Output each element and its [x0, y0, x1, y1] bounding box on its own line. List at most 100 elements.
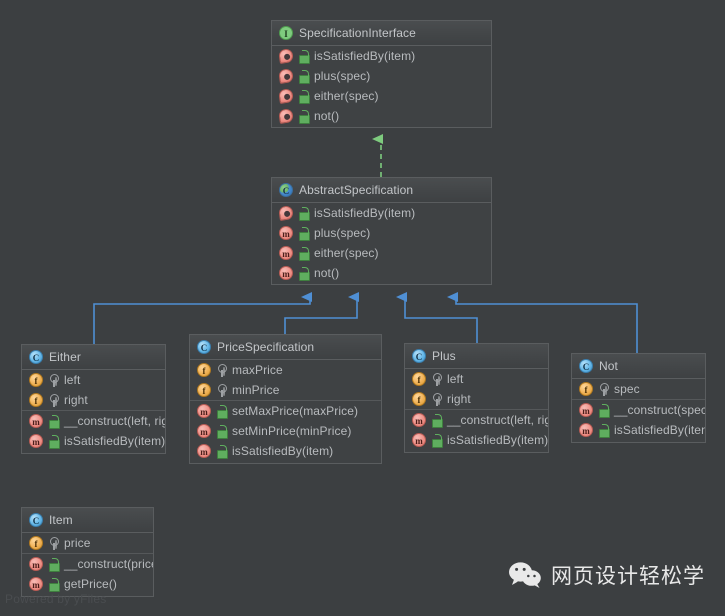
- uml-member-label: getPrice(): [64, 577, 118, 591]
- public-lock-icon: [431, 433, 443, 448]
- uml-member-label: not(): [314, 109, 340, 123]
- uml-member-section: m __construct(left, right) m isSatisfiedBy(…: [22, 411, 165, 451]
- wechat-icon: [509, 562, 541, 588]
- field-icon: f: [29, 373, 43, 387]
- uml-class-name: SpecificationInterface: [299, 26, 416, 40]
- uml-member-label: maxPrice: [232, 363, 283, 377]
- field-icon: f: [29, 393, 43, 407]
- uml-member-row[interactable]: isSatisfiedBy(item): [272, 46, 491, 66]
- uml-class-box-abstract-specification[interactable]: C AbstractSpecification isSatisfiedBy(item…: [271, 177, 492, 285]
- uml-class-header-specification-interface[interactable]: I SpecificationInterface: [272, 21, 491, 46]
- public-lock-icon: [298, 206, 310, 221]
- uml-class-box-specification-interface[interactable]: I SpecificationInterface isSatisfiedBy(ite…: [271, 20, 492, 128]
- uml-class-header-not[interactable]: C Not: [572, 354, 705, 379]
- private-key-icon: [48, 373, 59, 387]
- uml-class-box-price-specification[interactable]: C PriceSpecification f maxPrice f minPrice m se…: [189, 334, 382, 464]
- uml-member-row[interactable]: isSatisfiedBy(item): [272, 203, 491, 223]
- uml-member-row[interactable]: plus(spec): [272, 66, 491, 86]
- uml-member-section: f left f right: [22, 370, 165, 411]
- uml-class-box-not[interactable]: C Not f spec m __construct(spec) m isSatisfiedB…: [571, 353, 706, 443]
- uml-class-header-plus[interactable]: C Plus: [405, 344, 548, 369]
- public-lock-icon: [216, 404, 228, 419]
- uml-member-row[interactable]: m __construct(left, right): [22, 411, 165, 431]
- uml-member-row[interactable]: f right: [405, 389, 548, 409]
- class-icon: C: [412, 349, 426, 363]
- uml-class-box-plus[interactable]: CPlusfleftfrightm__construct(left, right…: [404, 343, 549, 453]
- public-lock-icon: [598, 403, 610, 418]
- uml-member-row[interactable]: m plus(spec): [272, 223, 491, 243]
- uml-member-section: f maxPrice f minPrice: [190, 360, 381, 401]
- uml-member-row[interactable]: m __construct(spec): [572, 400, 705, 420]
- uml-class-box-item[interactable]: C Item f price m __construct(price) m getPrice(…: [21, 507, 154, 597]
- uml-member-row[interactable]: f spec: [572, 379, 705, 399]
- field-icon: f: [197, 363, 211, 377]
- private-key-icon: [216, 383, 227, 397]
- uml-member-row[interactable]: m __construct(left, right): [405, 410, 548, 430]
- uml-member-label: isSatisfiedBy(item): [447, 433, 549, 447]
- public-lock-icon: [298, 246, 310, 261]
- wechat-account-name: 网页设计轻松学: [551, 564, 705, 588]
- uml-member-label: isSatisfiedBy(item): [64, 434, 166, 448]
- class-icon: C: [29, 513, 43, 527]
- method-icon: m: [279, 246, 293, 260]
- uml-member-row[interactable]: f price: [22, 533, 153, 553]
- uml-class-box-either[interactable]: CEitherfleftfrightm__construct(left, rig…: [21, 344, 166, 454]
- uml-member-row[interactable]: m not(): [272, 263, 491, 283]
- edge-extends-price-to-abstract: [284, 292, 359, 334]
- public-lock-icon: [298, 49, 310, 64]
- class-icon: C: [29, 350, 43, 364]
- uml-class-header-either[interactable]: C Either: [22, 345, 165, 370]
- uml-member-row[interactable]: f minPrice: [190, 380, 381, 400]
- uml-member-section: m setMaxPrice(maxPrice) m setMinPrice(minPr…: [190, 401, 381, 461]
- uml-class-name: Either: [49, 350, 81, 364]
- uml-member-row[interactable]: f left: [22, 370, 165, 390]
- field-icon: f: [29, 536, 43, 550]
- uml-member-label: setMinPrice(minPrice): [232, 424, 352, 438]
- public-lock-icon: [298, 226, 310, 241]
- uml-member-row[interactable]: m setMaxPrice(maxPrice): [190, 401, 381, 421]
- uml-member-row[interactable]: m isSatisfiedBy(item): [405, 430, 548, 450]
- uml-member-row[interactable]: m __construct(price): [22, 554, 153, 574]
- uml-member-label: __construct(spec): [614, 403, 706, 417]
- uml-member-row[interactable]: f right: [22, 390, 165, 410]
- public-lock-icon: [48, 434, 60, 449]
- uml-member-label: setMaxPrice(maxPrice): [232, 404, 359, 418]
- field-icon: f: [412, 372, 426, 386]
- public-lock-icon: [298, 89, 310, 104]
- abstract-method-icon: [278, 88, 294, 104]
- uml-member-section: m __construct(spec) m isSatisfiedBy(item): [572, 400, 705, 440]
- uml-class-header-abstract-specification[interactable]: C AbstractSpecification: [272, 178, 491, 203]
- uml-member-section: f spec: [572, 379, 705, 400]
- private-key-icon: [431, 392, 442, 406]
- uml-member-row[interactable]: f maxPrice: [190, 360, 381, 380]
- uml-member-label: plus(spec): [314, 69, 371, 83]
- public-lock-icon: [298, 266, 310, 281]
- method-icon: m: [197, 404, 211, 418]
- uml-member-label: right: [64, 393, 88, 407]
- uml-member-row[interactable]: m isSatisfiedBy(item): [190, 441, 381, 461]
- uml-member-section: isSatisfiedBy(item) m plus(spec) m either(sp…: [272, 203, 491, 283]
- public-lock-icon: [48, 577, 60, 592]
- field-icon: f: [579, 382, 593, 396]
- abstract-class-icon: C: [279, 183, 293, 197]
- uml-member-row[interactable]: either(spec): [272, 86, 491, 106]
- public-lock-icon: [598, 423, 610, 438]
- uml-member-row[interactable]: not(): [272, 106, 491, 126]
- uml-member-row[interactable]: m isSatisfiedBy(item): [572, 420, 705, 440]
- uml-member-row[interactable]: f left: [405, 369, 548, 389]
- uml-member-row[interactable]: m either(spec): [272, 243, 491, 263]
- method-icon: m: [29, 434, 43, 448]
- method-icon: m: [412, 413, 426, 427]
- method-icon: m: [412, 433, 426, 447]
- uml-member-label: spec: [614, 382, 640, 396]
- uml-member-row[interactable]: m getPrice(): [22, 574, 153, 594]
- uml-member-label: either(spec): [314, 89, 379, 103]
- private-key-icon: [598, 382, 609, 396]
- class-icon: C: [197, 340, 211, 354]
- uml-class-header-price-specification[interactable]: C PriceSpecification: [190, 335, 381, 360]
- uml-member-section: m __construct(price) m getPrice(): [22, 554, 153, 594]
- uml-member-row[interactable]: m setMinPrice(minPrice): [190, 421, 381, 441]
- uml-class-header-item[interactable]: C Item: [22, 508, 153, 533]
- uml-member-row[interactable]: m isSatisfiedBy(item): [22, 431, 165, 451]
- uml-class-name: AbstractSpecification: [299, 183, 414, 197]
